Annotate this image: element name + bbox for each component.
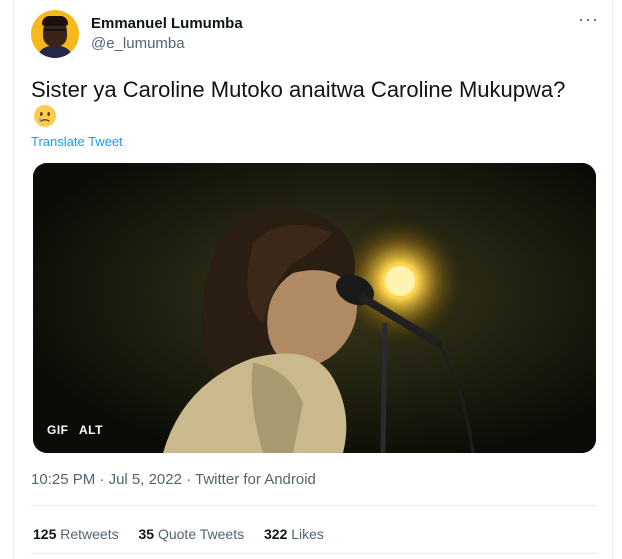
author-handle[interactable]: @e_lumumba [91,35,185,52]
tweet-date[interactable]: Jul 5, 2022 [109,471,182,488]
likes-stat[interactable]: 322 Likes [264,526,324,542]
tweet-client[interactable]: Twitter for Android [195,471,316,488]
avatar-hair [42,16,68,26]
retweets-stat[interactable]: 125 Retweets [33,526,119,542]
meta-separator: · [95,471,109,488]
quote-tweets-stat[interactable]: 35 Quote Tweets [139,526,245,542]
author-name[interactable]: Emmanuel Lumumba [91,15,243,32]
avatar-glasses [44,29,66,36]
tweet-stats: 125 Retweets 35 Quote Tweets 322 Likes [33,526,340,542]
likes-count: 322 [264,526,288,542]
tweet-text: Sister ya Caroline Mutoko anaitwa Caroli… [31,77,566,102]
tweet-time[interactable]: 10:25 PM [31,471,95,488]
gif-frame [33,163,596,453]
quote-tweets-label: Quote Tweets [157,526,245,542]
avatar-body [37,46,73,58]
translate-tweet-link[interactable]: Translate Tweet [31,134,123,149]
likes-label: Likes [291,526,324,542]
divider [31,553,596,554]
face-holding-back-tears-icon [34,105,56,127]
retweets-label: Retweets [60,526,119,542]
divider [31,505,596,506]
avatar[interactable] [31,10,79,58]
gif-media[interactable] [33,163,596,453]
meta-separator: · [181,471,196,488]
tweet-metadata: 10:25 PM · Jul 5, 2022 · Twitter for And… [31,471,316,488]
gif-badge: GIF [47,423,69,437]
alt-text-badge[interactable]: ALT [79,423,103,437]
retweets-count: 125 [33,526,57,542]
quote-tweets-count: 35 [138,526,155,542]
more-horizontal-icon[interactable]: ··· [578,9,599,30]
